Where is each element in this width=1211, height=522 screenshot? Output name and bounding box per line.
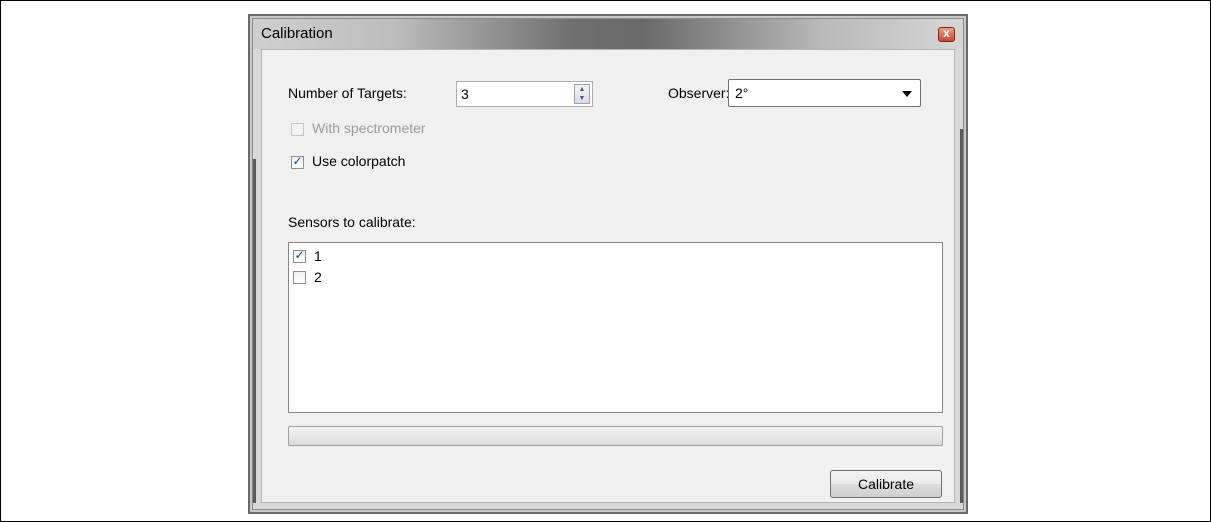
number-of-targets-spinner[interactable]: 3 ▲ ▼	[456, 81, 593, 107]
use-colorpatch-label: Use colorpatch	[312, 153, 406, 169]
dropdown-arrow-icon[interactable]	[902, 91, 912, 97]
sensor-1-checkbox[interactable]: ✓	[293, 248, 306, 263]
spinner-buttons: ▲ ▼	[574, 84, 590, 104]
with-spectrometer-checkbox[interactable]	[291, 123, 304, 136]
number-of-targets-label: Number of Targets:	[288, 85, 407, 101]
title-bar[interactable]: Calibration x	[253, 19, 963, 49]
observer-selected-value: 2°	[735, 85, 749, 101]
sensors-to-calibrate-label: Sensors to calibrate:	[288, 214, 416, 230]
use-colorpatch-checkbox[interactable]: ✓	[291, 154, 304, 169]
window-title: Calibration	[261, 25, 333, 42]
observer-dropdown[interactable]: 2°	[728, 79, 921, 107]
frame-edge-left	[253, 159, 256, 503]
spin-down-icon[interactable]: ▼	[575, 94, 589, 103]
check-icon: ✓	[292, 154, 303, 168]
calibration-window: Calibration x Number of Targets: 3 ▲ ▼ O…	[248, 14, 968, 514]
with-spectrometer-label: With spectrometer	[312, 120, 426, 136]
check-icon: ✓	[294, 248, 305, 262]
observer-label: Observer:	[668, 85, 730, 101]
sensors-checklist[interactable]: ✓ 1 2	[288, 242, 943, 413]
dialog-client-area: Number of Targets: 3 ▲ ▼ Observer: 2° Wi…	[261, 49, 955, 503]
number-of-targets-value: 3	[461, 86, 469, 102]
close-icon: x	[943, 26, 950, 40]
calibration-progress-bar	[288, 426, 943, 446]
spin-up-icon[interactable]: ▲	[575, 85, 589, 94]
sensor-1-label: 1	[314, 248, 322, 264]
window-frame: Calibration x Number of Targets: 3 ▲ ▼ O…	[252, 18, 964, 510]
close-button[interactable]: x	[938, 26, 955, 42]
frame-edge-right	[960, 129, 963, 503]
sensor-2-checkbox[interactable]	[293, 271, 306, 284]
calibrate-button[interactable]: Calibrate	[830, 470, 942, 498]
sensor-2-label: 2	[314, 269, 322, 285]
